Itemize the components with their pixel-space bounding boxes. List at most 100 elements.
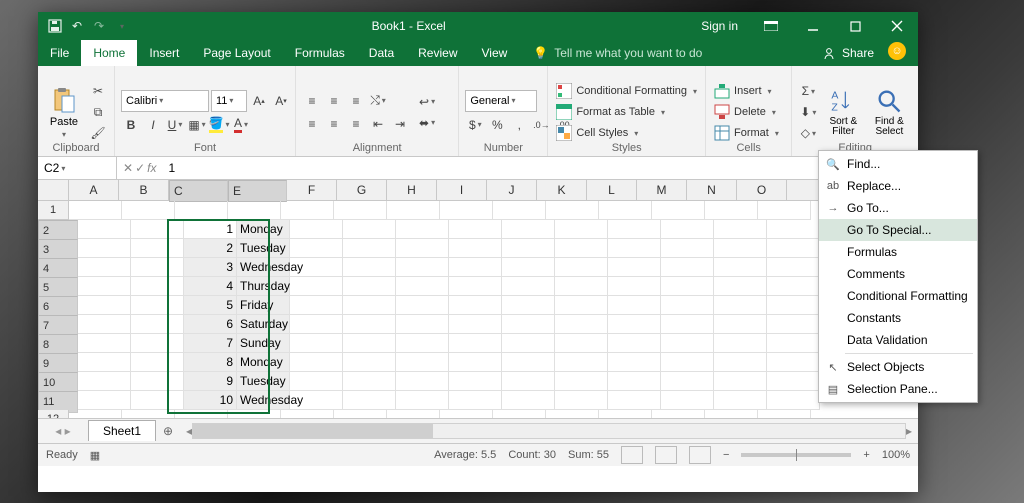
percent-icon[interactable]: %: [487, 115, 507, 135]
cell[interactable]: 10: [184, 391, 237, 410]
cell[interactable]: [555, 220, 608, 239]
cell[interactable]: Wednesday: [237, 258, 290, 277]
cell[interactable]: Tuesday: [237, 239, 290, 258]
cell[interactable]: [131, 391, 184, 410]
cell[interactable]: [661, 296, 714, 315]
cell[interactable]: [705, 410, 758, 418]
cell[interactable]: [343, 258, 396, 277]
cell[interactable]: [661, 277, 714, 296]
cell[interactable]: 1: [184, 220, 237, 239]
cell[interactable]: [599, 201, 652, 220]
cell[interactable]: 9: [184, 372, 237, 391]
cell[interactable]: [175, 410, 228, 418]
normal-view-icon[interactable]: [621, 446, 643, 464]
cell[interactable]: [290, 353, 343, 372]
cell[interactable]: [396, 296, 449, 315]
cell[interactable]: [555, 315, 608, 334]
cancel-formula-icon[interactable]: ✕: [123, 161, 133, 175]
cell[interactable]: [502, 353, 555, 372]
cell[interactable]: [767, 296, 820, 315]
cell[interactable]: [555, 258, 608, 277]
share-button[interactable]: Share: [808, 46, 888, 66]
cell[interactable]: [608, 372, 661, 391]
align-middle-icon[interactable]: ≡: [324, 91, 344, 111]
macro-record-icon[interactable]: ▦: [90, 449, 100, 462]
autosum-icon[interactable]: Σ: [798, 81, 818, 101]
menu-goto-special[interactable]: Go To Special...: [819, 219, 977, 241]
align-bottom-icon[interactable]: ≡: [346, 91, 366, 111]
cell[interactable]: [131, 239, 184, 258]
cell[interactable]: [502, 334, 555, 353]
cell[interactable]: [78, 277, 131, 296]
insert-cells-button[interactable]: Insert: [712, 81, 781, 101]
cell[interactable]: Monday: [237, 220, 290, 239]
underline-button[interactable]: U: [165, 115, 185, 135]
tab-file[interactable]: File: [38, 40, 81, 66]
col-H[interactable]: H: [387, 180, 437, 200]
cell[interactable]: [290, 258, 343, 277]
cell[interactable]: [652, 201, 705, 220]
name-box[interactable]: C2: [38, 157, 117, 179]
cell[interactable]: [343, 353, 396, 372]
cell[interactable]: [228, 410, 281, 418]
cell[interactable]: [608, 334, 661, 353]
cell[interactable]: [78, 296, 131, 315]
align-center-icon[interactable]: ≡: [324, 114, 344, 134]
cell[interactable]: [767, 353, 820, 372]
cell[interactable]: [502, 220, 555, 239]
cell[interactable]: [555, 372, 608, 391]
cell[interactable]: [502, 372, 555, 391]
cell[interactable]: [555, 277, 608, 296]
cell[interactable]: [449, 220, 502, 239]
cell[interactable]: Sunday: [237, 334, 290, 353]
cell[interactable]: [343, 315, 396, 334]
format-cells-button[interactable]: Format: [712, 123, 781, 143]
sign-in-link[interactable]: Sign in: [689, 19, 750, 33]
menu-cond-format[interactable]: Conditional Formatting: [819, 285, 977, 307]
cell[interactable]: [78, 353, 131, 372]
cell[interactable]: [449, 334, 502, 353]
cell[interactable]: [228, 201, 281, 220]
cell[interactable]: [343, 372, 396, 391]
cell[interactable]: [175, 201, 228, 220]
formula-input[interactable]: 1: [162, 161, 918, 175]
col-L[interactable]: L: [587, 180, 637, 200]
format-painter-icon[interactable]: 🖌: [88, 123, 108, 143]
cell[interactable]: [290, 239, 343, 258]
cell[interactable]: 5: [184, 296, 237, 315]
cell[interactable]: [396, 391, 449, 410]
cell[interactable]: [78, 391, 131, 410]
font-name-select[interactable]: Calibri: [121, 90, 209, 112]
cell[interactable]: [502, 277, 555, 296]
cell[interactable]: [714, 353, 767, 372]
page-break-view-icon[interactable]: [689, 446, 711, 464]
delete-cells-button[interactable]: Delete: [712, 102, 781, 122]
menu-constants[interactable]: Constants: [819, 307, 977, 329]
cell[interactable]: [290, 372, 343, 391]
cell[interactable]: [767, 334, 820, 353]
cell[interactable]: [714, 315, 767, 334]
cell[interactable]: [78, 220, 131, 239]
cell[interactable]: [767, 220, 820, 239]
cell[interactable]: Friday: [237, 296, 290, 315]
col-K[interactable]: K: [537, 180, 587, 200]
cell[interactable]: [493, 410, 546, 418]
col-G[interactable]: G: [337, 180, 387, 200]
menu-replace[interactable]: abReplace...: [819, 175, 977, 197]
cell[interactable]: [343, 296, 396, 315]
cell[interactable]: [449, 258, 502, 277]
cell[interactable]: [555, 334, 608, 353]
comma-icon[interactable]: ,: [509, 115, 529, 135]
sheet-tab-sheet1[interactable]: Sheet1: [88, 420, 156, 441]
col-C[interactable]: C: [169, 180, 228, 202]
cell[interactable]: [131, 353, 184, 372]
cell[interactable]: [387, 410, 440, 418]
merge-center-icon[interactable]: ⬌: [418, 113, 436, 133]
zoom-in-icon[interactable]: +: [863, 449, 869, 461]
cell[interactable]: [502, 258, 555, 277]
cell-styles-button[interactable]: Cell Styles: [554, 123, 699, 143]
increase-font-icon[interactable]: A▴: [249, 91, 269, 111]
menu-select-objects[interactable]: ↖Select Objects: [819, 356, 977, 378]
cell[interactable]: [449, 277, 502, 296]
cell[interactable]: [714, 296, 767, 315]
